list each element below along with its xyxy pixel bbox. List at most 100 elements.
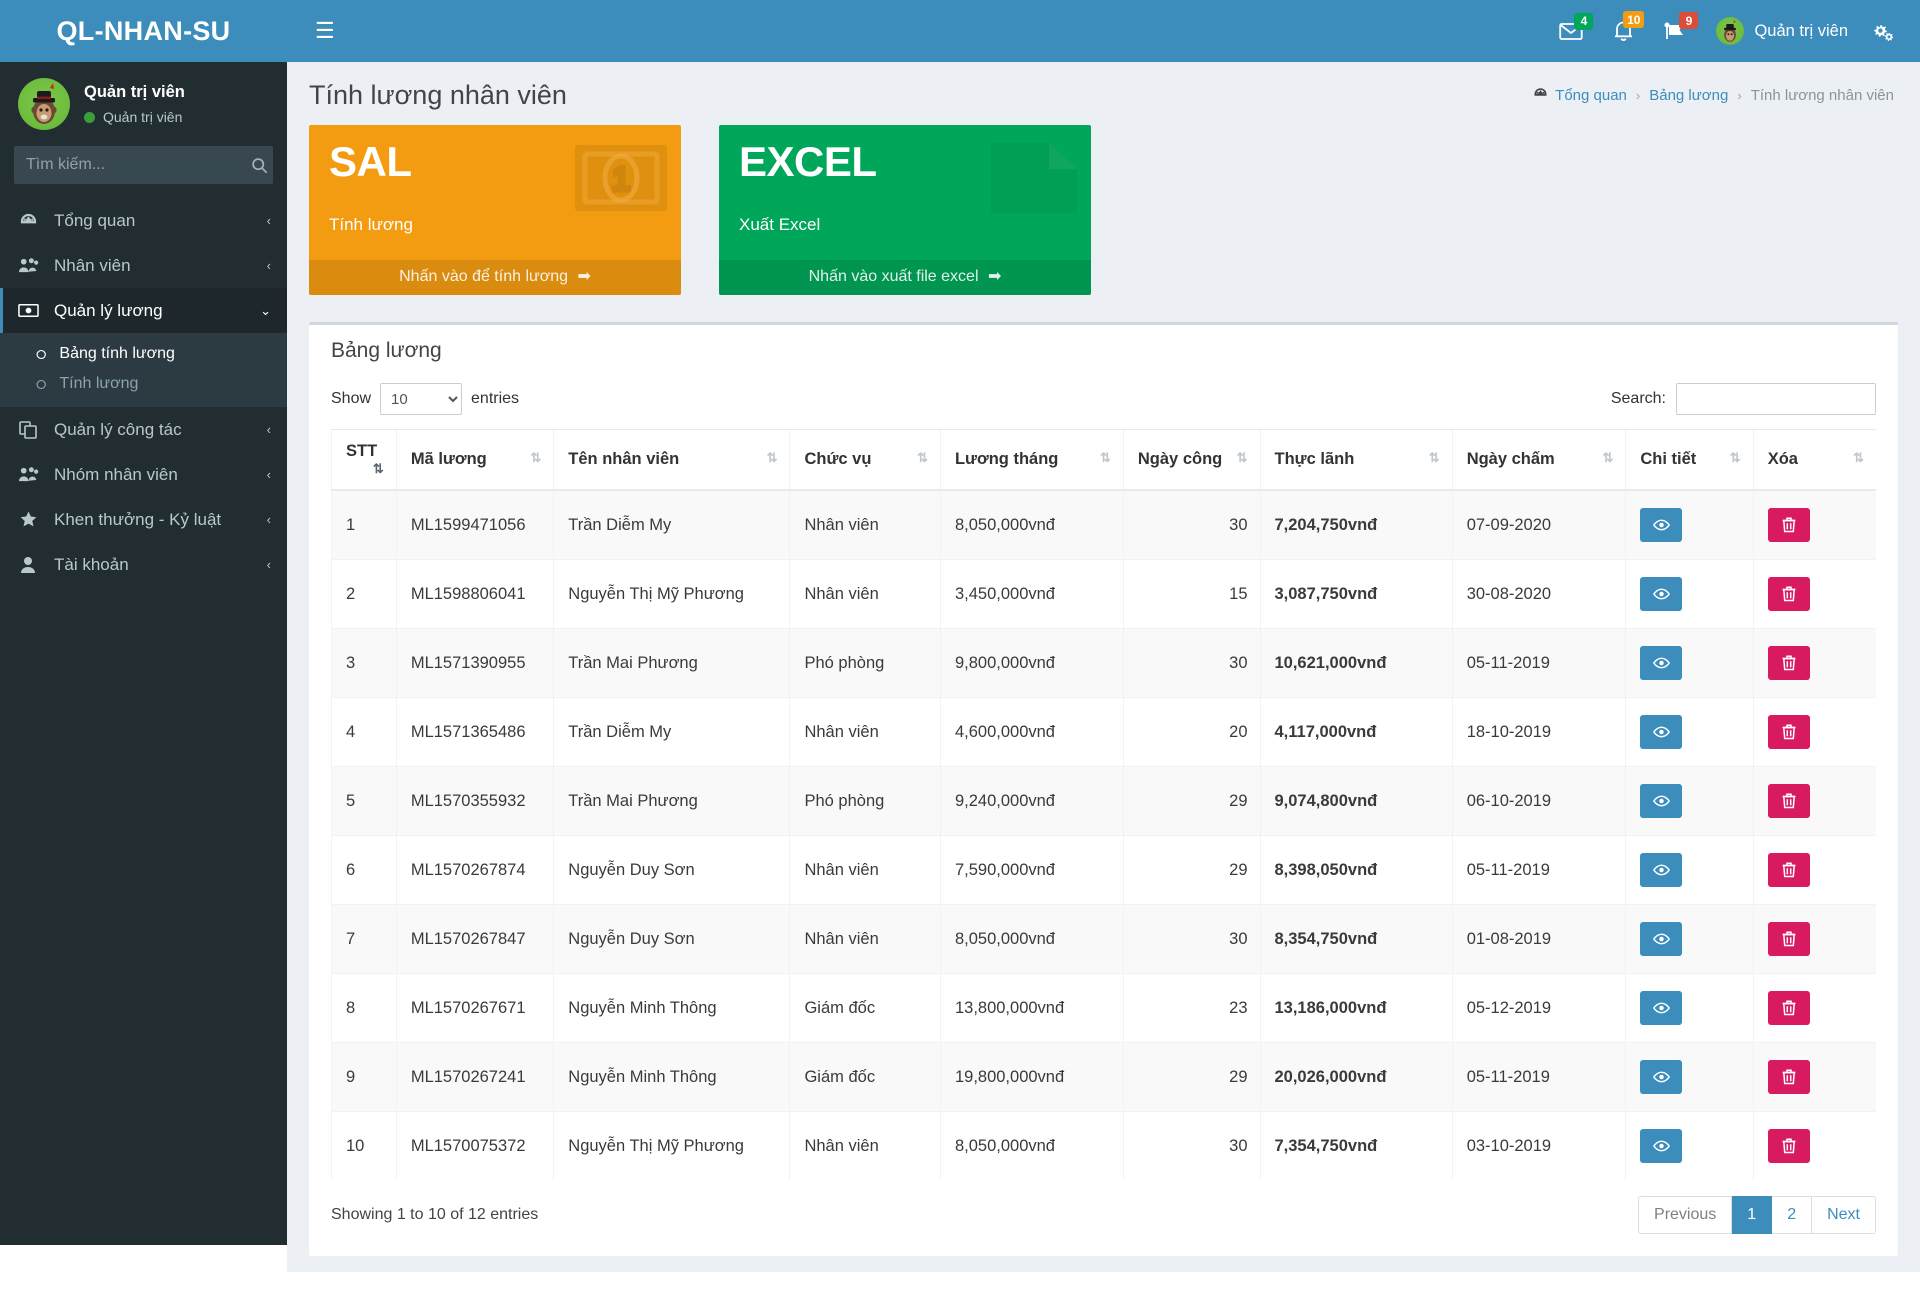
cell-chuc-vu: Nhân viên <box>789 904 941 974</box>
sidebar-item-quan-ly-cong-tac[interactable]: Quản lý công tác ‹ <box>0 407 287 452</box>
sidebar-link-khen-thuong-ky-luat[interactable]: Khen thưởng - Kỷ luật ‹ <box>0 497 287 542</box>
detail-button[interactable] <box>1640 922 1683 956</box>
sidebar-item-quan-ly-luong[interactable]: Quản lý lương ⌄ ⭘ Bảng tính lương ⭘ Tính… <box>0 288 287 407</box>
sort-icon: ⇅ <box>1099 450 1111 465</box>
sort-icon: ⇅ <box>1853 450 1864 465</box>
breadcrumb-current: Tính lương nhân viên <box>1750 87 1894 104</box>
online-dot-icon <box>84 111 95 123</box>
cell-ngay-cong: 29 <box>1122 835 1260 905</box>
pagination-page-2[interactable]: 2 <box>1772 1196 1813 1234</box>
delete-button[interactable] <box>1767 1060 1810 1094</box>
search-button[interactable] <box>245 146 274 184</box>
cell-ngay-cong: 29 <box>1122 1042 1260 1112</box>
sidebar-link-quan-ly-cong-tac[interactable]: Quản lý công tác ‹ <box>0 407 287 452</box>
chevron-left-icon: ‹ <box>266 557 271 572</box>
search-input[interactable] <box>14 156 245 174</box>
delete-button[interactable] <box>1767 853 1810 887</box>
sidebar-link-nhom-nhan-vien[interactable]: Nhóm nhân viên ‹ <box>0 452 287 497</box>
sidebar-link-nhan-vien[interactable]: Nhân viên ‹ <box>0 243 287 288</box>
col-chuc-vu[interactable]: Chức vụ ⇅ <box>789 429 941 491</box>
col-luong-thang[interactable]: Lương tháng ⇅ <box>939 429 1124 491</box>
sidebar-item-tai-khoan[interactable]: Tài khoản ‹ <box>0 542 287 587</box>
detail-button[interactable] <box>1640 853 1683 887</box>
chevron-down-icon: ⌄ <box>260 302 271 318</box>
salary-card[interactable]: SAL Tính lương 1 Nhấn vào để tính lương … <box>309 125 681 295</box>
sidebar-item-khen-thuong-ky-luat[interactable]: Khen thưởng - Kỷ luật ‹ <box>0 497 287 542</box>
sidebar-sublink-bang-tinh-luong[interactable]: ⭘ Bảng tính lương <box>0 339 287 369</box>
detail-button[interactable] <box>1640 784 1683 818</box>
table-search-input[interactable] <box>1676 383 1876 415</box>
gears-icon <box>1874 25 1894 41</box>
detail-button[interactable] <box>1640 715 1683 749</box>
excel-card[interactable]: EXCEL Xuất Excel Nhấn vào xuất file exce… <box>719 125 1091 295</box>
col-xoa[interactable]: Xóa ⇅ <box>1752 429 1876 491</box>
sidebar-link-tong-quan[interactable]: Tổng quan ‹ <box>0 198 287 243</box>
cell-chuc-vu: Phó phòng <box>789 628 941 698</box>
sidebar: QL-NHAN-SU Quản trị viên Quản trị viên T… <box>0 0 287 1297</box>
sidebar-link-quan-ly-luong[interactable]: Quản lý lương ⌄ <box>0 288 287 333</box>
sidebar-item-label: Khen thưởng - Kỷ luật <box>54 509 222 529</box>
col-chi-tiet[interactable]: Chi tiết ⇅ <box>1625 429 1754 491</box>
eye-icon <box>1652 588 1670 600</box>
cell-chuc-vu: Giám đốc <box>789 973 941 1043</box>
sidebar-link-tai-khoan[interactable]: Tài khoản ‹ <box>0 542 287 587</box>
settings-button[interactable] <box>1862 15 1908 47</box>
table-row: 1 ML1599471056 Trần Diễm My Nhân viên 8,050,… <box>331 489 1876 560</box>
entries-select[interactable]: 10 25 50 100 <box>380 383 463 415</box>
sidebar-subitem-bang-tinh-luong[interactable]: ⭘ Bảng tính lương <box>0 339 287 369</box>
messages-button[interactable]: 4 <box>1545 12 1597 49</box>
col-ma-luong[interactable]: Mã lương ⇅ <box>395 429 554 491</box>
excel-card-footer-link[interactable]: Nhấn vào xuất file excel ➡ <box>719 260 1091 295</box>
box-body: Show 10 25 50 100 entries Search: <box>309 375 1898 1256</box>
delete-button[interactable] <box>1767 991 1810 1025</box>
hamburger-icon[interactable]: ☰ <box>305 14 345 48</box>
delete-button[interactable] <box>1767 784 1810 818</box>
brand-logo[interactable]: QL-NHAN-SU <box>0 0 287 62</box>
col-ngay-cham[interactable]: Ngày chấm ⇅ <box>1451 429 1626 491</box>
avatar <box>1716 17 1745 45</box>
detail-button[interactable] <box>1640 508 1683 542</box>
delete-button[interactable] <box>1767 508 1810 542</box>
col-stt[interactable]: STT ⇅ <box>331 429 397 491</box>
col-ten-nhan-vien[interactable]: Tên nhân viên ⇅ <box>553 429 790 491</box>
topbar-user-label: Quản trị viên <box>1754 21 1848 40</box>
detail-button[interactable] <box>1640 646 1683 680</box>
pagination-page-1[interactable]: 1 <box>1732 1196 1773 1234</box>
sidebar-subitem-tinh-luong[interactable]: ⭘ Tính lương <box>0 369 287 399</box>
delete-button[interactable] <box>1767 646 1810 680</box>
delete-button[interactable] <box>1767 922 1810 956</box>
chevron-left-icon: ‹ <box>266 422 271 437</box>
cell-luong-thang: 4,600,000vnđ <box>939 697 1124 767</box>
pagination-previous[interactable]: Previous <box>1638 1196 1733 1234</box>
col-thuc-lanh[interactable]: Thực lãnh ⇅ <box>1259 429 1453 491</box>
delete-button[interactable] <box>1767 577 1810 611</box>
notifications-button[interactable]: 10 <box>1599 11 1648 50</box>
delete-button[interactable] <box>1767 1129 1810 1163</box>
col-ngay-cong[interactable]: Ngày công ⇅ <box>1122 429 1260 491</box>
sidebar-user-name: Quản trị viên <box>84 83 185 101</box>
col-label: Chi tiết <box>1640 450 1697 468</box>
breadcrumb-item-tong-quan[interactable]: Tổng quan <box>1533 86 1627 105</box>
sidebar-item-nhom-nhan-vien[interactable]: Nhóm nhân viên ‹ <box>0 452 287 497</box>
cell-thuc-lanh: 3,087,750vnđ <box>1259 559 1453 629</box>
delete-button[interactable] <box>1767 715 1810 749</box>
chevron-left-icon: ‹ <box>266 213 271 228</box>
cell-stt: 7 <box>331 904 397 974</box>
detail-button[interactable] <box>1640 1129 1683 1163</box>
sidebar-item-nhan-vien[interactable]: Nhân viên ‹ <box>0 243 287 288</box>
datatable-controls: Show 10 25 50 100 entries Search: <box>331 375 1876 429</box>
breadcrumb-item-bang-luong[interactable]: Bảng lương <box>1649 87 1728 104</box>
tasks-button[interactable]: 9 <box>1650 12 1702 49</box>
detail-button[interactable] <box>1640 991 1683 1025</box>
pagination-next[interactable]: Next <box>1812 1196 1876 1234</box>
sidebar-user-panel[interactable]: Quản trị viên Quản trị viên <box>0 62 287 146</box>
salary-card-footer-link[interactable]: Nhấn vào để tính lương ➡ <box>309 260 681 295</box>
dashboard-icon <box>16 211 40 230</box>
sidebar-item-tong-quan[interactable]: Tổng quan ‹ <box>0 198 287 243</box>
topbar-user-menu[interactable]: Quản trị viên <box>1704 11 1860 51</box>
trash-icon <box>1782 1138 1796 1154</box>
sidebar-sublink-tinh-luong[interactable]: ⭘ Tính lương <box>0 369 287 399</box>
eye-icon <box>1652 1140 1670 1152</box>
detail-button[interactable] <box>1640 1060 1683 1094</box>
detail-button[interactable] <box>1640 577 1683 611</box>
